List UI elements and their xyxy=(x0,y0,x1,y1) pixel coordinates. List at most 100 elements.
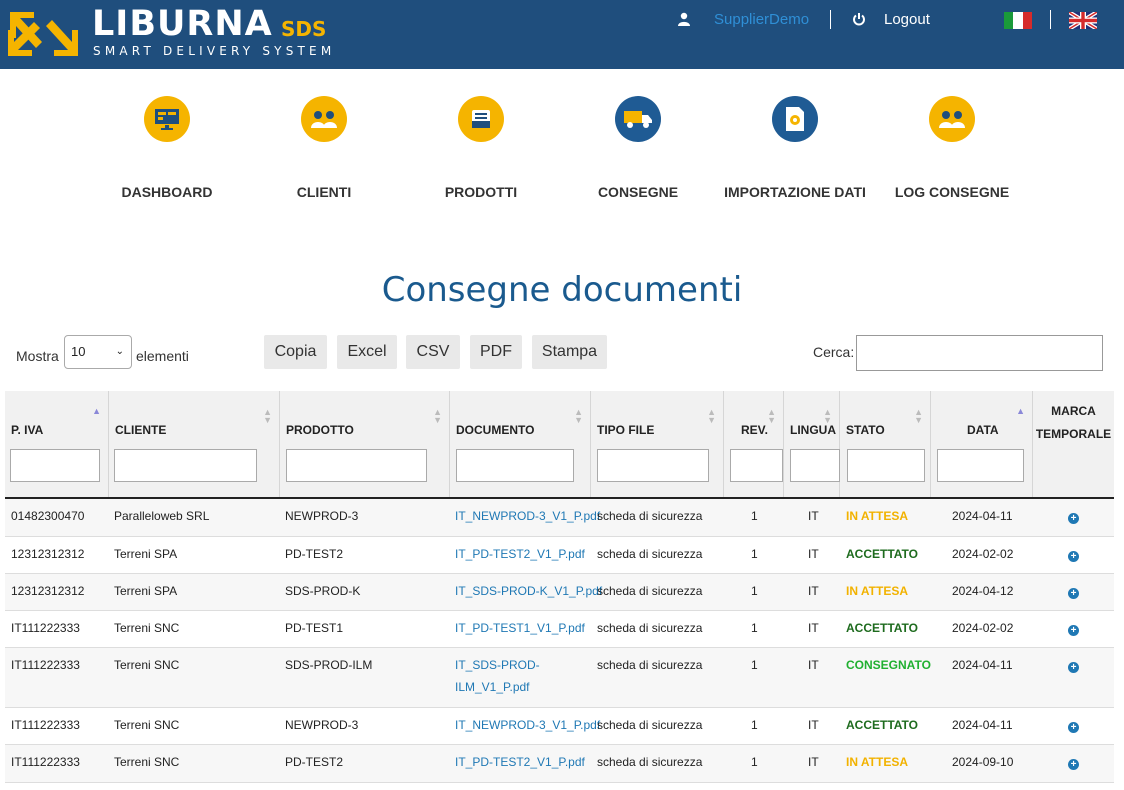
column-lingua[interactable]: LINGUA ▲ ▼ xyxy=(784,391,840,497)
timestamp-plus-icon[interactable]: + xyxy=(1068,759,1079,770)
cell-cliente: Terreni SNC xyxy=(114,718,180,732)
cell-tipo-file: scheda di sicurezza xyxy=(597,584,703,598)
status-badge: IN ATTESA xyxy=(846,509,908,523)
filter-input-rev[interactable] xyxy=(730,449,783,482)
chevron-down-icon: ⌄ xyxy=(115,346,124,357)
timestamp-plus-icon[interactable]: + xyxy=(1068,588,1079,599)
csv-button[interactable]: CSV xyxy=(406,335,460,369)
cell-documento-link[interactable]: ILM_V1_P.pdf xyxy=(455,676,530,698)
column-documento[interactable]: DOCUMENTO ▲ ▼ xyxy=(450,391,591,497)
cell-tipo-file: scheda di sicurezza xyxy=(597,621,703,635)
pdf-button[interactable]: PDF xyxy=(470,335,522,369)
filter-input-lingua[interactable] xyxy=(790,449,840,482)
column-piva[interactable]: P. IVA ▲ xyxy=(5,391,109,497)
timestamp-plus-icon[interactable]: + xyxy=(1068,722,1079,733)
timestamp-plus-icon[interactable]: + xyxy=(1068,625,1079,636)
filter-input-tipo-file[interactable] xyxy=(597,449,709,482)
timestamp-plus-icon[interactable]: + xyxy=(1068,513,1079,524)
table-header: P. IVA ▲ CLIENTE ▲ ▼ PRODOTTO ▲ ▼ DOCUMENT… xyxy=(5,391,1114,499)
timestamp-plus-icon[interactable]: + xyxy=(1068,662,1079,673)
page-length-select[interactable]: 10 ⌄ xyxy=(64,335,132,369)
it-flag-icon[interactable] xyxy=(1004,12,1032,29)
nav-clienti[interactable]: CLIENTI xyxy=(249,96,399,200)
sort-icon[interactable]: ▲ ▼ xyxy=(914,408,923,425)
nav-importazione-dati[interactable]: IMPORTAZIONE DATI xyxy=(720,96,870,200)
timestamp-plus-icon[interactable]: + xyxy=(1068,551,1079,562)
filter-input-prodotto[interactable] xyxy=(286,449,427,482)
power-icon[interactable] xyxy=(852,12,866,26)
uk-flag-icon[interactable] xyxy=(1069,12,1097,29)
column-header-label: MARCA TEMPORALE xyxy=(1035,404,1112,441)
nav-consegne[interactable]: CONSEGNE xyxy=(563,96,713,200)
username-link[interactable]: SupplierDemo xyxy=(714,11,809,28)
nav-dashboard[interactable]: DASHBOARD xyxy=(92,96,242,200)
cell-documento-link[interactable]: IT_NEWPROD-3_V1_P.pdf xyxy=(455,505,600,527)
sort-asc-icon[interactable]: ▲ xyxy=(92,407,101,416)
cell-documento-link[interactable]: IT_NEWPROD-3_V1_P.pdf xyxy=(455,714,600,736)
logout-link[interactable]: Logout xyxy=(884,11,930,28)
column-data[interactable]: DATA ▲ xyxy=(931,391,1033,497)
sort-asc-icon[interactable]: ▲ xyxy=(1016,407,1025,416)
copy-button[interactable]: Copia xyxy=(264,335,327,369)
cell-lingua: IT xyxy=(808,509,819,523)
show-label: Mostra xyxy=(16,348,59,364)
table-row: 01482300470 Paralleloweb SRL NEWPROD-3 IT_N… xyxy=(5,499,1114,537)
sort-icon[interactable]: ▲ ▼ xyxy=(263,408,272,425)
cell-data: 2024-04-12 xyxy=(952,584,1014,598)
nav-label: CLIENTI xyxy=(296,184,352,200)
user-icon xyxy=(678,12,690,26)
table-row: 12312312312 Terreni SPA SDS-PROD-K IT_SDS-P… xyxy=(5,574,1114,611)
cell-documento-link[interactable]: IT_PD-TEST1_V1_P.pdf xyxy=(455,617,585,639)
filter-input-cliente[interactable] xyxy=(114,449,257,482)
filter-input-piva[interactable] xyxy=(10,449,100,482)
column-header-label: STATO xyxy=(846,423,885,437)
status-badge: ACCETTATO xyxy=(846,547,918,561)
nav-label: DASHBOARD xyxy=(121,184,213,200)
nav-prodotti[interactable]: PRODOTTI xyxy=(406,96,556,200)
status-badge: ACCETTATO xyxy=(846,718,918,732)
filter-input-documento[interactable] xyxy=(456,449,574,482)
table-row: IT111222333 Terreni SNC PD-TEST2 IT_PD-TEST… xyxy=(5,745,1114,783)
logo-title: LIBURNA xyxy=(92,4,273,44)
column-marca-temporale[interactable]: MARCA TEMPORALE xyxy=(1033,391,1114,497)
column-tipo-file[interactable]: TIPO FILE ▲ ▼ xyxy=(591,391,724,497)
sort-icon[interactable]: ▲ ▼ xyxy=(823,408,832,425)
cell-piva: IT111222333 xyxy=(11,658,80,672)
search-label: Cerca: xyxy=(813,344,855,360)
cell-rev: 1 xyxy=(751,621,758,635)
print-button[interactable]: Stampa xyxy=(532,335,607,369)
cell-tipo-file: scheda di sicurezza xyxy=(597,509,703,523)
cell-documento-link[interactable]: IT_PD-TEST2_V1_P.pdf xyxy=(455,751,585,773)
filter-input-stato[interactable] xyxy=(847,449,925,482)
column-prodotto[interactable]: PRODOTTO ▲ ▼ xyxy=(280,391,450,497)
search-input[interactable] xyxy=(856,335,1103,371)
column-cliente[interactable]: CLIENTE ▲ ▼ xyxy=(109,391,280,497)
cell-piva: 12312312312 xyxy=(11,584,85,598)
cell-piva: 12312312312 xyxy=(11,547,85,561)
cell-prodotto: PD-TEST2 xyxy=(285,755,344,769)
cell-lingua: IT xyxy=(808,755,819,769)
box-icon xyxy=(458,96,504,142)
column-rev[interactable]: REV. ▲ ▼ xyxy=(724,391,784,497)
cell-documento-link[interactable]: IT_PD-TEST2_V1_P.pdf xyxy=(455,543,585,565)
nav-label: PRODOTTI xyxy=(444,184,518,200)
nav-log-consegne[interactable]: LOG CONSEGNE xyxy=(877,96,1027,200)
filter-input-data[interactable] xyxy=(937,449,1024,482)
sort-icon[interactable]: ▲ ▼ xyxy=(433,408,442,425)
column-header-label: DATA xyxy=(967,423,999,437)
cell-documento-link[interactable]: IT_SDS-PROD-K_V1_P.pdf xyxy=(455,580,602,602)
excel-button[interactable]: Excel xyxy=(337,335,397,369)
logo-sds: SDS xyxy=(281,17,327,41)
cell-piva: IT111222333 xyxy=(11,621,80,635)
cell-documento-link[interactable]: IT_SDS-PROD- xyxy=(455,654,540,676)
users-icon xyxy=(929,96,975,142)
sort-icon[interactable]: ▲ ▼ xyxy=(767,408,776,425)
cell-data: 2024-02-02 xyxy=(952,621,1014,635)
cell-cliente: Terreni SNC xyxy=(114,755,180,769)
sort-icon[interactable]: ▲ ▼ xyxy=(574,408,583,425)
column-stato[interactable]: STATO ▲ ▼ xyxy=(840,391,931,497)
header-divider xyxy=(1050,10,1051,29)
file-gear-icon xyxy=(772,96,818,142)
sort-icon[interactable]: ▲ ▼ xyxy=(707,408,716,425)
page-length-value: 10 xyxy=(71,344,86,359)
